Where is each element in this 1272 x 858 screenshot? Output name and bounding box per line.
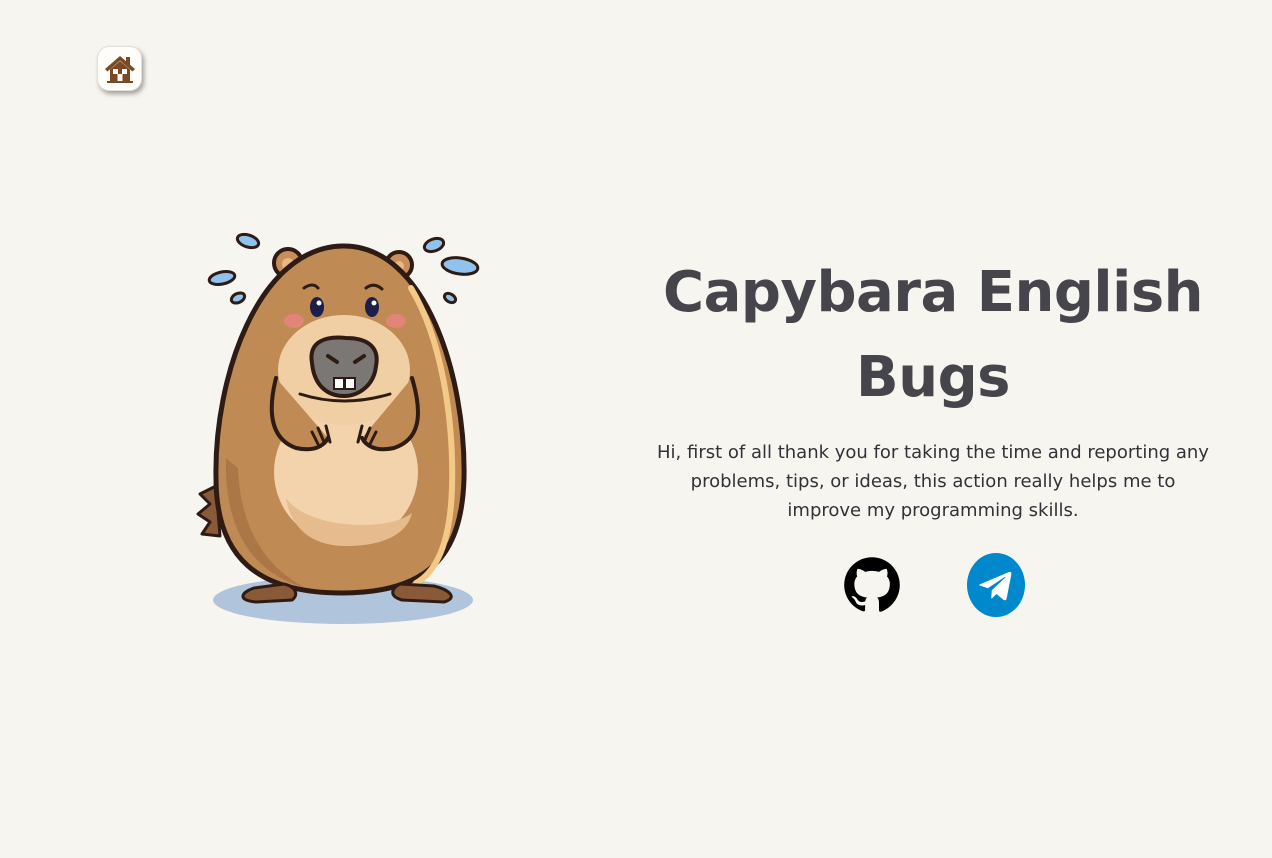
intro-description: Hi, first of all thank you for taking th… bbox=[657, 442, 1209, 521]
hero-content: Capybara English Bugs Hi, first of all t… bbox=[652, 250, 1214, 617]
telegram-icon bbox=[967, 553, 1025, 617]
github-icon bbox=[843, 554, 901, 616]
social-links bbox=[652, 553, 1214, 617]
telegram-link[interactable] bbox=[967, 553, 1025, 617]
page-title: Capybara English Bugs bbox=[662, 260, 1204, 410]
home-icon bbox=[104, 54, 136, 84]
home-button[interactable] bbox=[97, 46, 142, 91]
github-link[interactable] bbox=[843, 554, 901, 616]
capybara-illustration bbox=[196, 228, 488, 628]
